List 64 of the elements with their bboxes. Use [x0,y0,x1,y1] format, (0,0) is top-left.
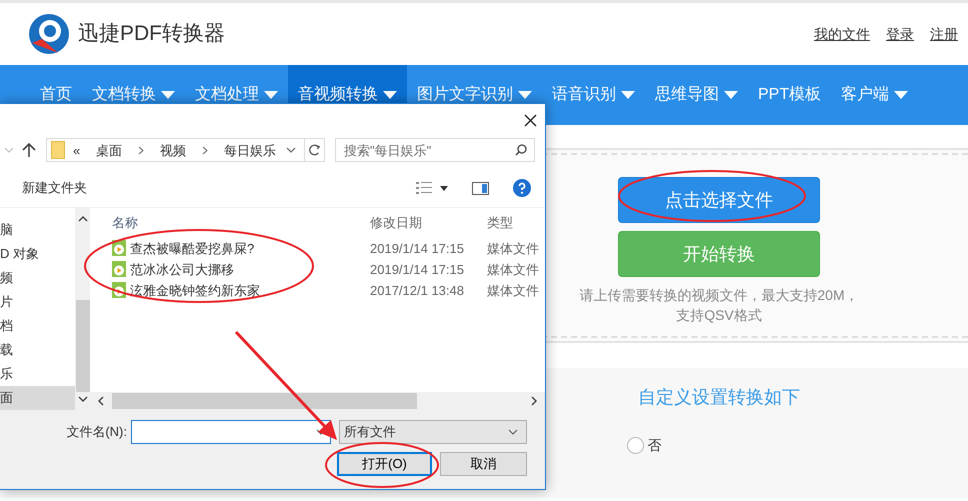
chevron-down-icon [508,428,518,435]
site-title: 迅捷PDF转换器 [78,21,225,48]
file-name: 查杰被曝酷爱挖鼻屎? [130,240,254,258]
file-row[interactable]: 范冰冰公司大挪移 2019/1/14 17:15 媒体文件 [90,258,545,280]
dialog-button[interactable]: 取消 [440,452,527,476]
file-type: 媒体文件 [486,240,539,258]
chevron-right-icon[interactable] [138,146,144,155]
sidebar-item[interactable]: 载 [0,338,75,362]
file-type-select[interactable]: 所有文件 [339,420,527,444]
help-icon[interactable] [513,179,531,198]
sidebar-item[interactable]: 档 [0,314,75,338]
file-row[interactable]: 查杰被曝酷爱挖鼻屎? 2019/1/14 17:15 媒体文件 [90,238,545,259]
upload-hint: 请上传需要转换的视频文件，最大支持20M，支持QSV格式 [578,286,860,325]
header-link[interactable]: 注册 [930,24,958,44]
header-link[interactable]: 登录 [886,24,914,44]
column-header[interactable]: 名称 [90,213,366,233]
sidebar-item[interactable]: 脑 [0,218,75,242]
file-type: 媒体文件 [486,260,539,279]
close-icon[interactable] [524,114,537,128]
up-arrow-icon[interactable] [22,142,36,158]
caret-icon [621,91,635,99]
search-icon [515,144,527,156]
media-file-icon [112,261,126,278]
view-options-icon[interactable] [416,181,432,196]
path-overflow[interactable]: « [73,140,80,160]
sidebar-item[interactable]: D 对象 [0,242,75,266]
sidebar-item[interactable]: 频 [0,266,75,290]
address-bar[interactable]: « 桌面 视频 每日娱乐 [46,138,325,162]
caret-icon [724,91,738,99]
column-header[interactable]: 修改日期 [366,213,483,233]
sidebar-item[interactable]: 面 [0,386,75,410]
scrollbar-thumb[interactable] [112,392,417,409]
sidebar-item[interactable]: 乐 [0,362,75,386]
settings-title: 自定义设置转换如下 [638,386,800,409]
caret-icon[interactable] [440,186,448,191]
filename-label: 文件名(N): [66,423,127,442]
header-link[interactable]: 我的文件 [814,24,870,44]
filename-field[interactable] [131,420,331,444]
folder-icon [51,141,65,160]
scroll-left-icon[interactable] [98,396,104,406]
scroll-down-icon[interactable] [78,396,88,402]
logo-icon [28,13,70,55]
file-date: 2017/12/1 13:48 [369,282,465,300]
chevron-right-icon[interactable] [202,146,208,155]
file-date: 2019/1/14 17:15 [369,240,465,258]
scroll-right-icon[interactable] [531,396,537,406]
file-type: 媒体文件 [486,282,539,300]
sidebar-item[interactable]: 片 [0,290,75,314]
preview-pane-icon[interactable] [472,182,489,195]
dialog-button[interactable]: 打开(O) [337,452,432,476]
breadcrumb-item[interactable]: 桌面 [96,140,122,160]
caret-icon [894,91,908,99]
new-folder-button[interactable]: 新建文件夹 [22,178,87,198]
media-file-icon [112,240,126,256]
file-name: 范冰冰公司大挪移 [130,260,234,279]
breadcrumb-item[interactable]: 视频 [160,140,186,160]
scrollbar-thumb[interactable] [76,300,90,392]
column-header[interactable]: 类型 [483,213,513,233]
breadcrumb-item[interactable]: 每日娱乐 [224,140,276,160]
chevron-down-icon[interactable] [286,147,296,154]
radio-button[interactable] [626,437,644,454]
option-label: 否 [648,436,662,455]
file-date: 2019/1/14 17:15 [369,260,465,279]
scroll-up-icon[interactable] [78,216,88,222]
